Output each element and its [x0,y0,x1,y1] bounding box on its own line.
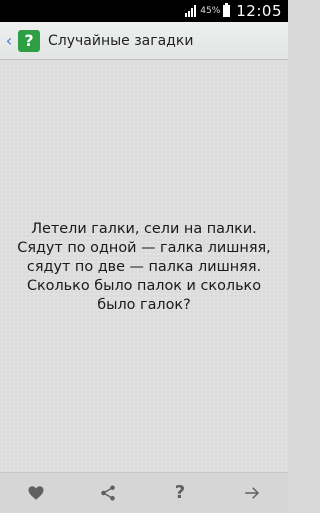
share-icon [101,485,115,500]
heart-icon [28,485,44,500]
next-button[interactable] [232,473,272,513]
battery-percent: 45% [200,6,221,16]
app-title: Случайные загадки [48,32,194,49]
bottom-toolbar: ? [0,472,288,512]
answer-button[interactable]: ? [160,473,200,513]
riddle-area: Летели галки, сели на палки. Сядут по од… [0,60,288,472]
favorite-button[interactable] [16,473,56,513]
riddle-text: Летели галки, сели на палки. Сядут по од… [17,220,271,313]
status-bar: 45% 12:05 [0,0,288,22]
battery-icon [223,3,231,17]
action-bar: ‹ ? Случайные загадки [0,22,288,60]
clock: 12:05 [236,2,282,20]
question-mark-icon: ? [174,482,186,503]
share-button[interactable] [88,473,128,513]
signal-icon [185,5,197,17]
chevron-left-icon[interactable]: ‹ [2,31,16,50]
question-mark-app-icon[interactable]: ? [18,29,40,52]
arrow-right-icon [245,486,260,499]
